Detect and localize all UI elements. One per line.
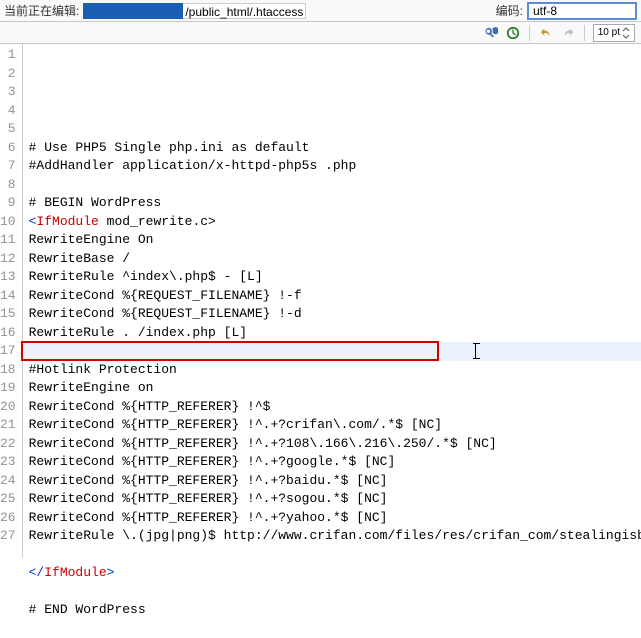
file-path: /public_html/.htaccess bbox=[83, 2, 306, 20]
code-line[interactable]: RewriteCond %{HTTP_REFERER} !^.+?crifan\… bbox=[29, 416, 641, 435]
code-line[interactable]: # BEGIN WordPress bbox=[29, 194, 641, 213]
code-line[interactable]: RewriteCond %{HTTP_REFERER} !^.+?baidu.*… bbox=[29, 472, 641, 491]
code-line[interactable]: RewriteBase / bbox=[29, 250, 641, 269]
code-line[interactable]: RewriteRule . /index.php [L] bbox=[29, 324, 641, 343]
line-number: 14 bbox=[0, 287, 16, 306]
separator bbox=[529, 25, 530, 41]
code-line[interactable]: </IfModule> bbox=[29, 564, 641, 583]
redo-icon[interactable] bbox=[560, 25, 576, 41]
code-line[interactable]: RewriteCond %{REQUEST_FILENAME} !-d bbox=[29, 305, 641, 324]
line-number: 18 bbox=[0, 361, 16, 380]
code-line[interactable] bbox=[29, 620, 641, 638]
code-line[interactable]: RewriteRule ^index\.php$ - [L] bbox=[29, 268, 641, 287]
code-line[interactable]: # Use PHP5 Single php.ini as default bbox=[29, 139, 641, 158]
editor-toolbar: 10 pt bbox=[0, 22, 641, 44]
path-suffix: /public_html/.htaccess bbox=[183, 3, 306, 19]
fontsize-selector[interactable]: 10 pt bbox=[593, 24, 635, 42]
code-line[interactable]: # END WordPress bbox=[29, 601, 641, 620]
line-number: 22 bbox=[0, 435, 16, 454]
line-number: 26 bbox=[0, 509, 16, 528]
line-number: 7 bbox=[0, 157, 16, 176]
encoding-label: 编码: bbox=[496, 2, 523, 19]
line-number: 3 bbox=[0, 83, 16, 102]
line-number: 21 bbox=[0, 416, 16, 435]
code-line[interactable]: <IfModule mod_rewrite.c> bbox=[29, 213, 641, 232]
line-number: 11 bbox=[0, 231, 16, 250]
encoding-input[interactable] bbox=[527, 2, 637, 20]
code-line[interactable]: RewriteRule \.(jpg|png)$ http://www.crif… bbox=[29, 527, 641, 546]
line-number: 6 bbox=[0, 139, 16, 158]
find-icon[interactable] bbox=[483, 25, 499, 41]
line-number: 5 bbox=[0, 120, 16, 139]
line-number: 12 bbox=[0, 250, 16, 269]
line-number: 1 bbox=[0, 46, 16, 65]
line-number: 13 bbox=[0, 268, 16, 287]
line-number: 4 bbox=[0, 102, 16, 121]
code-line[interactable] bbox=[29, 583, 641, 602]
code-line[interactable]: RewriteCond %{HTTP_REFERER} !^$ bbox=[29, 398, 641, 417]
line-number: 27 bbox=[0, 527, 16, 546]
text-cursor bbox=[475, 343, 476, 359]
line-number: 9 bbox=[0, 194, 16, 213]
editing-label: 当前正在编辑: bbox=[4, 2, 79, 19]
code-line[interactable]: RewriteCond %{REQUEST_FILENAME} !-f bbox=[29, 287, 641, 306]
code-line[interactable]: #AddHandler application/x-httpd-php5s .p… bbox=[29, 157, 641, 176]
replace-icon[interactable] bbox=[505, 25, 521, 41]
code-line[interactable] bbox=[29, 342, 641, 361]
code-line[interactable]: RewriteCond %{HTTP_REFERER} !^.+?yahoo.*… bbox=[29, 509, 641, 528]
code-line[interactable] bbox=[29, 546, 641, 565]
line-number: 17 bbox=[0, 342, 16, 361]
line-number: 8 bbox=[0, 176, 16, 195]
stepper-icon bbox=[622, 27, 630, 39]
line-number: 19 bbox=[0, 379, 16, 398]
line-number: 2 bbox=[0, 65, 16, 84]
code-line[interactable]: RewriteCond %{HTTP_REFERER} !^.+?108\.16… bbox=[29, 435, 641, 454]
code-line[interactable]: #Hotlink Protection bbox=[29, 361, 641, 380]
code-editor[interactable]: 1234567891011121314151617181920212223242… bbox=[0, 44, 641, 558]
line-number: 23 bbox=[0, 453, 16, 472]
path-redacted bbox=[83, 3, 183, 19]
fontsize-value: 10 pt bbox=[598, 27, 620, 38]
line-gutter: 1234567891011121314151617181920212223242… bbox=[0, 44, 23, 558]
topbar: 当前正在编辑: /public_html/.htaccess 编码: bbox=[0, 0, 641, 22]
code-area[interactable]: # Use PHP5 Single php.ini as default#Add… bbox=[23, 44, 641, 558]
code-line[interactable]: RewriteCond %{HTTP_REFERER} !^.+?sogou.*… bbox=[29, 490, 641, 509]
line-number: 20 bbox=[0, 398, 16, 417]
line-number: 24 bbox=[0, 472, 16, 491]
line-number: 10 bbox=[0, 213, 16, 232]
code-line[interactable]: RewriteCond %{HTTP_REFERER} !^.+?google.… bbox=[29, 453, 641, 472]
code-line[interactable]: RewriteEngine on bbox=[29, 379, 641, 398]
undo-icon[interactable] bbox=[538, 25, 554, 41]
line-number: 25 bbox=[0, 490, 16, 509]
separator bbox=[584, 25, 585, 41]
code-line[interactable] bbox=[29, 176, 641, 195]
line-number: 16 bbox=[0, 324, 16, 343]
line-number: 15 bbox=[0, 305, 16, 324]
code-line[interactable]: RewriteEngine On bbox=[29, 231, 641, 250]
